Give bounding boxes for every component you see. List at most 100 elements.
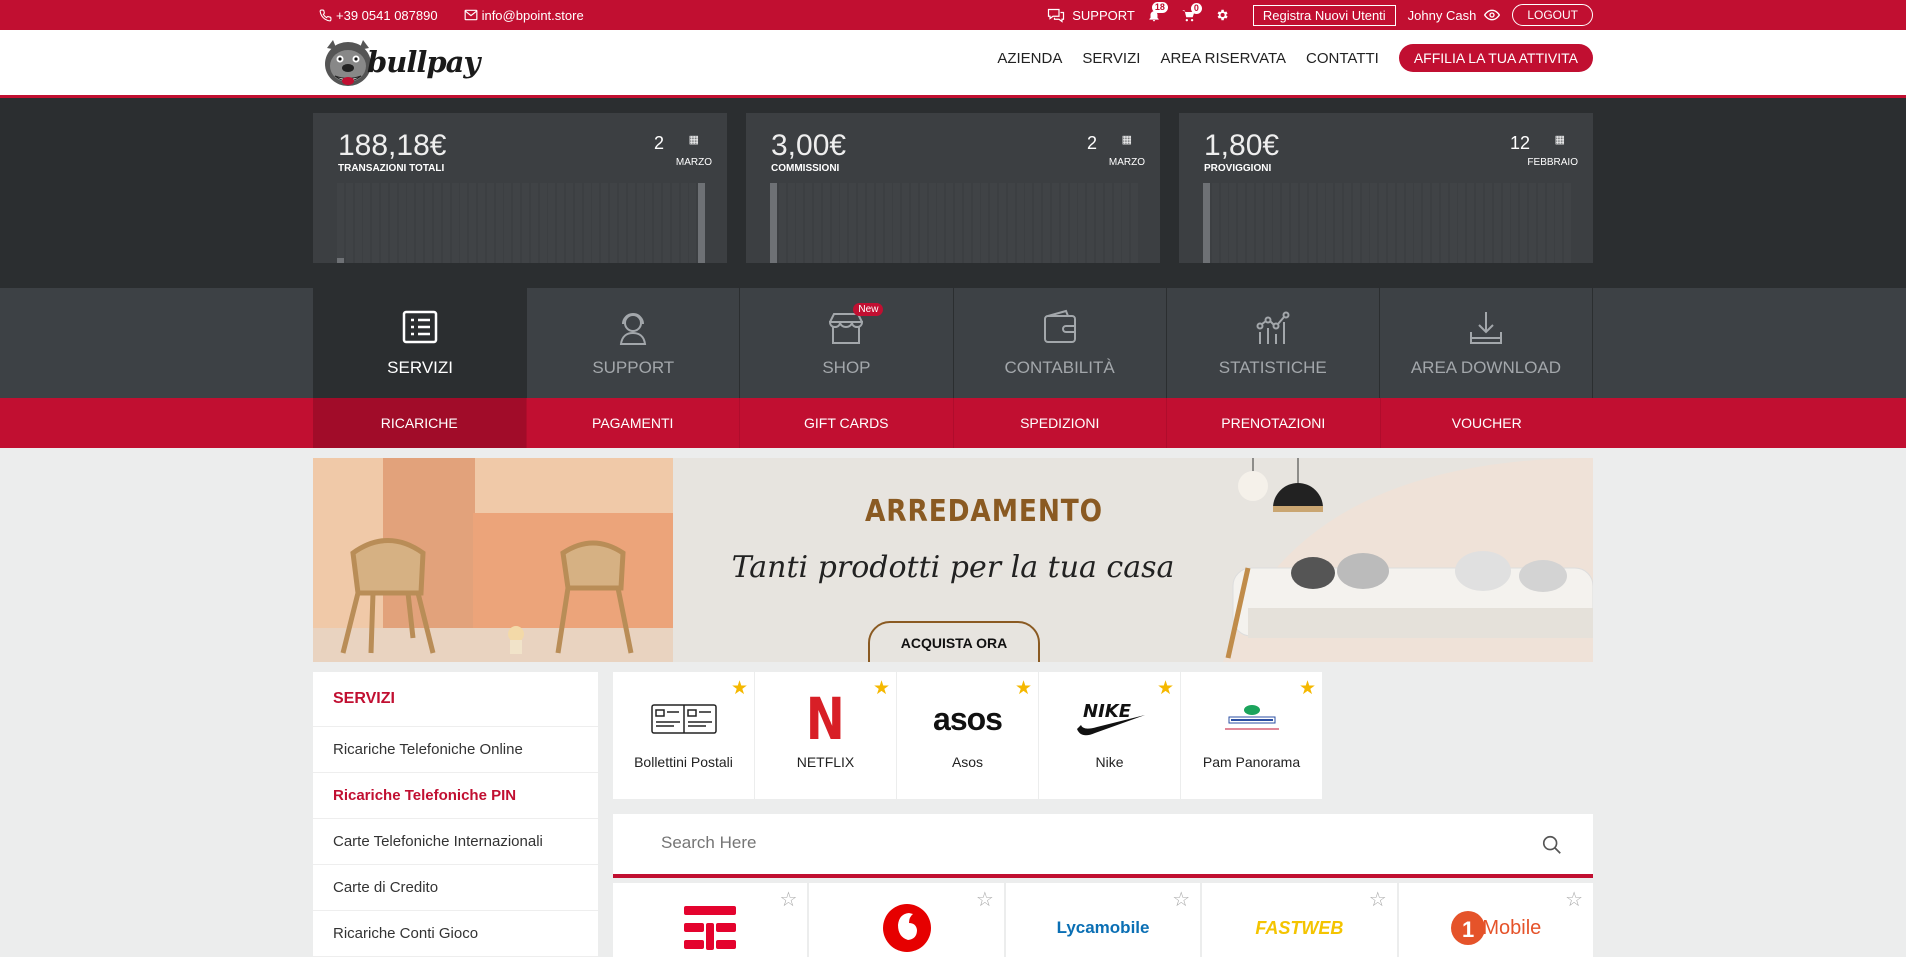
product-1mobile[interactable]: ☆ 1 Mobile [1398, 883, 1594, 957]
category-label: CONTABILITÀ [1004, 358, 1115, 377]
sparkline-track [1247, 183, 1254, 263]
star-filled-icon[interactable]: ★ [1299, 677, 1316, 700]
category-servizi[interactable]: SERVIZI [313, 288, 528, 398]
logo[interactable]: bullpay [321, 33, 480, 91]
search-icon[interactable] [1541, 834, 1563, 856]
star-outline-icon[interactable]: ☆ [976, 887, 994, 912]
banner-title: ARREDAMENTO [865, 494, 1103, 529]
product-tim[interactable]: ☆ [613, 883, 808, 957]
sparkline-bar [770, 183, 777, 263]
sparkline-track [1017, 183, 1024, 263]
sparkline-track [592, 183, 599, 263]
favorite-asos[interactable]: ★ asos Asos [897, 672, 1038, 799]
favorite-netflix[interactable]: ★ N NETFLIX [755, 672, 896, 799]
user-name[interactable]: Johny Cash [1408, 8, 1477, 23]
sparkline-track [911, 183, 918, 263]
favorite-nike[interactable]: ★ NIKE Nike [1039, 672, 1180, 799]
category-area-download[interactable]: AREA DOWNLOAD [1380, 288, 1594, 398]
email-link[interactable]: info@bpoint.store [464, 8, 584, 23]
logout-button[interactable]: LOGOUT [1512, 4, 1593, 26]
nav-azienda[interactable]: AZIENDA [997, 50, 1062, 67]
cart-button[interactable]: 0 [1181, 2, 1202, 22]
category-label: STATISTICHE [1218, 358, 1327, 377]
phone-link[interactable]: +39 0541 087890 [319, 8, 438, 23]
stat-month: MARZO [1108, 157, 1145, 168]
category-statistiche[interactable]: STATISTICHE [1167, 288, 1380, 398]
product-lycamobile[interactable]: ☆ Lycamobile [1005, 883, 1201, 957]
category-support[interactable]: SUPPORT [527, 288, 741, 398]
top-bar: +39 0541 087890 info@bpoint.store SUPPOR… [0, 0, 1906, 30]
sparkline-track [1291, 183, 1298, 263]
sparkline-track [399, 183, 406, 263]
sparkline-track [1450, 183, 1457, 263]
banner-cta-button[interactable]: ACQUISTA ORA [868, 621, 1040, 662]
category-contabilita[interactable]: CONTABILITÀ [954, 288, 1167, 398]
sparkline-track [469, 183, 476, 263]
sparkline-track [416, 183, 423, 263]
promo-banner[interactable]: ARREDAMENTO Tanti prodotti per la tua ca… [313, 458, 1593, 662]
sparkline-track [645, 183, 652, 263]
stat-card-commissions[interactable]: 3,00€ COMMISSIONI 2 ▦ MARZO [746, 113, 1160, 263]
star-filled-icon[interactable]: ★ [731, 677, 748, 700]
new-badge: New [853, 303, 884, 316]
settings-button[interactable] [1215, 8, 1229, 22]
star-filled-icon[interactable]: ★ [1157, 677, 1174, 700]
favorite-label: Asos [951, 754, 984, 770]
sparkline-track [355, 183, 362, 263]
sidebar-item-carte-credito[interactable]: Carte di Credito [313, 865, 598, 911]
sparkline-track [981, 183, 988, 263]
star-outline-icon[interactable]: ☆ [1172, 887, 1190, 912]
star-filled-icon[interactable]: ★ [1015, 677, 1032, 700]
sparkline-track [337, 183, 344, 263]
affiliate-button[interactable]: AFFILIA LA TUA ATTIVITA [1398, 44, 1593, 72]
search-input[interactable] [661, 833, 1461, 853]
nav-contatti[interactable]: CONTATTI [1306, 50, 1379, 67]
register-users-button[interactable]: Registra Nuovi Utenti [1252, 4, 1396, 26]
product-fastweb[interactable]: ☆ FASTWEB [1202, 883, 1397, 957]
sparkline-track [1212, 183, 1219, 263]
sidebar-item-carte-internazionali[interactable]: Carte Telefoniche Internazionali [313, 819, 598, 865]
star-outline-icon[interactable]: ☆ [1565, 887, 1583, 912]
notifications-button[interactable]: 18 [1147, 1, 1168, 23]
sidebar-item-conti-gioco[interactable]: Ricariche Conti Gioco [313, 911, 598, 957]
star-outline-icon[interactable]: ☆ [1369, 887, 1387, 912]
sparkline-track [1096, 183, 1103, 263]
subnav-voucher[interactable]: VOUCHER [1381, 398, 1594, 448]
subnav-gift-cards[interactable]: GIFT CARDS [740, 398, 954, 448]
sparkline-track [689, 183, 696, 263]
sparkline-track [478, 183, 485, 263]
stat-card-transactions[interactable]: 188,18€ TRANSAZIONI TOTALI 2 ▦ MARZO [313, 113, 727, 263]
nav-area-riservata[interactable]: AREA RISERVATA [1160, 50, 1286, 67]
favorite-pam-panorama[interactable]: ★ Pam Panorama [1181, 672, 1322, 799]
nav-servizi[interactable]: SERVIZI [1082, 50, 1140, 67]
support-label: SUPPORT [1072, 7, 1135, 23]
eye-icon[interactable] [1484, 9, 1501, 21]
subnav-prenotazioni[interactable]: PRENOTAZIONI [1167, 398, 1381, 448]
sparkline-track [973, 183, 980, 263]
star-outline-icon[interactable]: ☆ [779, 887, 797, 912]
favorite-bollettini[interactable]: ★ Bollettini Postali [613, 672, 754, 799]
main-header: bullpay AZIENDA SERVIZI AREA RISERVATA C… [0, 30, 1906, 98]
sidebar-item-ricariche-online[interactable]: Ricariche Telefoniche Online [313, 727, 598, 773]
category-label: SHOP [822, 358, 871, 377]
mail-icon [464, 9, 477, 21]
sparkline-track [1547, 183, 1554, 263]
category-label: SERVIZI [387, 358, 453, 377]
subnav-pagamenti[interactable]: PAGAMENTI [527, 398, 740, 448]
stat-value: 3,00€ [771, 129, 847, 162]
favorite-label: Bollettini Postali [634, 754, 733, 770]
product-vodafone[interactable]: ☆ [809, 883, 1004, 957]
category-shop[interactable]: New SHOP [740, 288, 954, 398]
stat-card-provisions[interactable]: 1,80€ PROVIGGIONI 12 ▦ FEBBRAIO [1179, 113, 1593, 263]
sparkline-track [1423, 183, 1430, 263]
star-filled-icon[interactable]: ★ [873, 677, 890, 700]
sidebar-item-ricariche-pin[interactable]: Ricariche Telefoniche PIN [313, 773, 598, 819]
sparkline-track [1309, 183, 1316, 263]
sparkline-track [1511, 183, 1518, 263]
sparkline-track [1025, 183, 1032, 263]
sparkline-track [1008, 183, 1015, 263]
subnav-ricariche[interactable]: RICARICHE [313, 398, 527, 448]
subnav-spedizioni[interactable]: SPEDIZIONI [954, 398, 1167, 448]
netflix-logo-icon: N [806, 685, 845, 753]
support-link[interactable]: SUPPORT [1046, 8, 1135, 23]
